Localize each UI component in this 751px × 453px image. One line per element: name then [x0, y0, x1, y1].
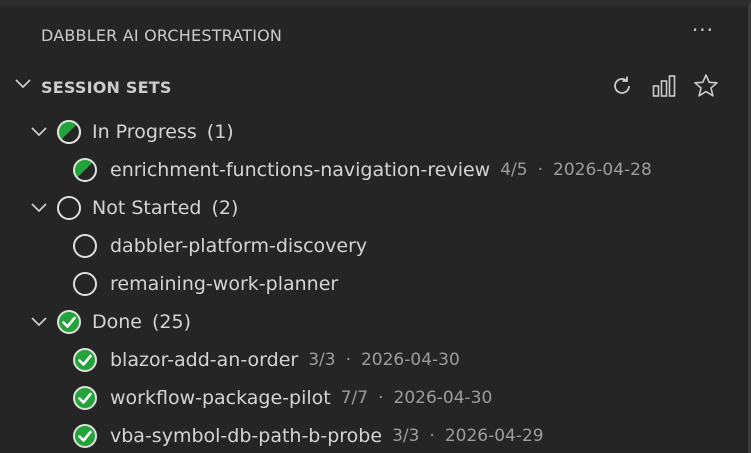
view-header: DABBLER AI ORCHESTRATION ··· — [0, 6, 748, 58]
separator: · — [537, 160, 543, 180]
session-name: dabbler-platform-discovery — [110, 235, 368, 257]
chevron-down-icon[interactable] — [28, 197, 50, 219]
chevron-down-icon[interactable] — [13, 74, 33, 94]
group-label: In Progress — [92, 121, 197, 143]
session-name: workflow-package-pilot — [110, 387, 331, 409]
star-icon[interactable] — [692, 72, 720, 100]
section-actions — [608, 72, 720, 100]
group-label: Not Started — [92, 197, 202, 219]
session-name: vba-symbol-db-path-b-probe — [110, 425, 383, 447]
session-progress: 4/5 — [500, 160, 528, 180]
session-name: blazor-add-an-order — [110, 349, 299, 371]
not-started-icon — [73, 272, 97, 296]
session-progress: 7/7 — [340, 388, 369, 408]
group-count: (2) — [211, 197, 239, 219]
session-item[interactable]: blazor-add-an-order 3/3 · 2026-04-30 — [0, 341, 748, 379]
check-circle-icon — [73, 386, 97, 410]
session-item[interactable]: dabbler-platform-discovery — [0, 227, 748, 265]
session-date: 2026-04-29 — [444, 426, 544, 446]
group-count: (1) — [206, 121, 234, 143]
refresh-icon[interactable] — [608, 72, 636, 100]
session-item[interactable]: vba-symbol-db-path-b-probe 3/3 · 2026-04… — [0, 417, 748, 453]
session-item[interactable]: remaining-work-planner — [0, 265, 748, 303]
session-name: remaining-work-planner — [110, 273, 339, 295]
session-progress: 3/3 — [392, 426, 420, 446]
group-count: (25) — [152, 311, 192, 333]
session-item[interactable]: enrichment-functions-navigation-review 4… — [0, 151, 748, 189]
separator: · — [429, 426, 435, 446]
separator: · — [345, 350, 351, 370]
ellipsis-icon[interactable]: ··· — [692, 20, 714, 40]
bar-chart-icon[interactable] — [650, 72, 678, 100]
check-circle-icon — [73, 424, 97, 448]
group-label: Done — [92, 311, 142, 333]
section-header-session-sets[interactable]: SESSION SETS — [0, 70, 748, 102]
session-sets-view: DABBLER AI ORCHESTRATION ··· SESSION SET… — [0, 0, 751, 453]
session-date: 2026-04-30 — [393, 388, 493, 408]
check-circle-icon — [57, 310, 81, 334]
session-item[interactable]: workflow-package-pilot 7/7 · 2026-04-30 — [0, 379, 748, 417]
in-progress-icon — [57, 120, 81, 144]
session-tree: In Progress (1) enrichment-functions-nav… — [0, 113, 748, 453]
separator: · — [378, 388, 384, 408]
chevron-down-icon[interactable] — [28, 121, 50, 143]
in-progress-icon — [73, 158, 97, 182]
not-started-icon — [57, 196, 81, 220]
chevron-down-icon[interactable] — [28, 311, 50, 333]
session-name: enrichment-functions-navigation-review — [110, 159, 491, 181]
group-in-progress[interactable]: In Progress (1) — [0, 113, 748, 151]
session-date: 2026-04-30 — [360, 350, 460, 370]
group-done[interactable]: Done (25) — [0, 303, 748, 341]
group-not-started[interactable]: Not Started (2) — [0, 189, 748, 227]
check-circle-icon — [73, 348, 97, 372]
session-date: 2026-04-28 — [553, 160, 652, 180]
section-title: SESSION SETS — [41, 78, 172, 97]
not-started-icon — [73, 234, 97, 258]
session-progress: 3/3 — [308, 350, 336, 370]
view-title: DABBLER AI ORCHESTRATION — [41, 26, 283, 45]
